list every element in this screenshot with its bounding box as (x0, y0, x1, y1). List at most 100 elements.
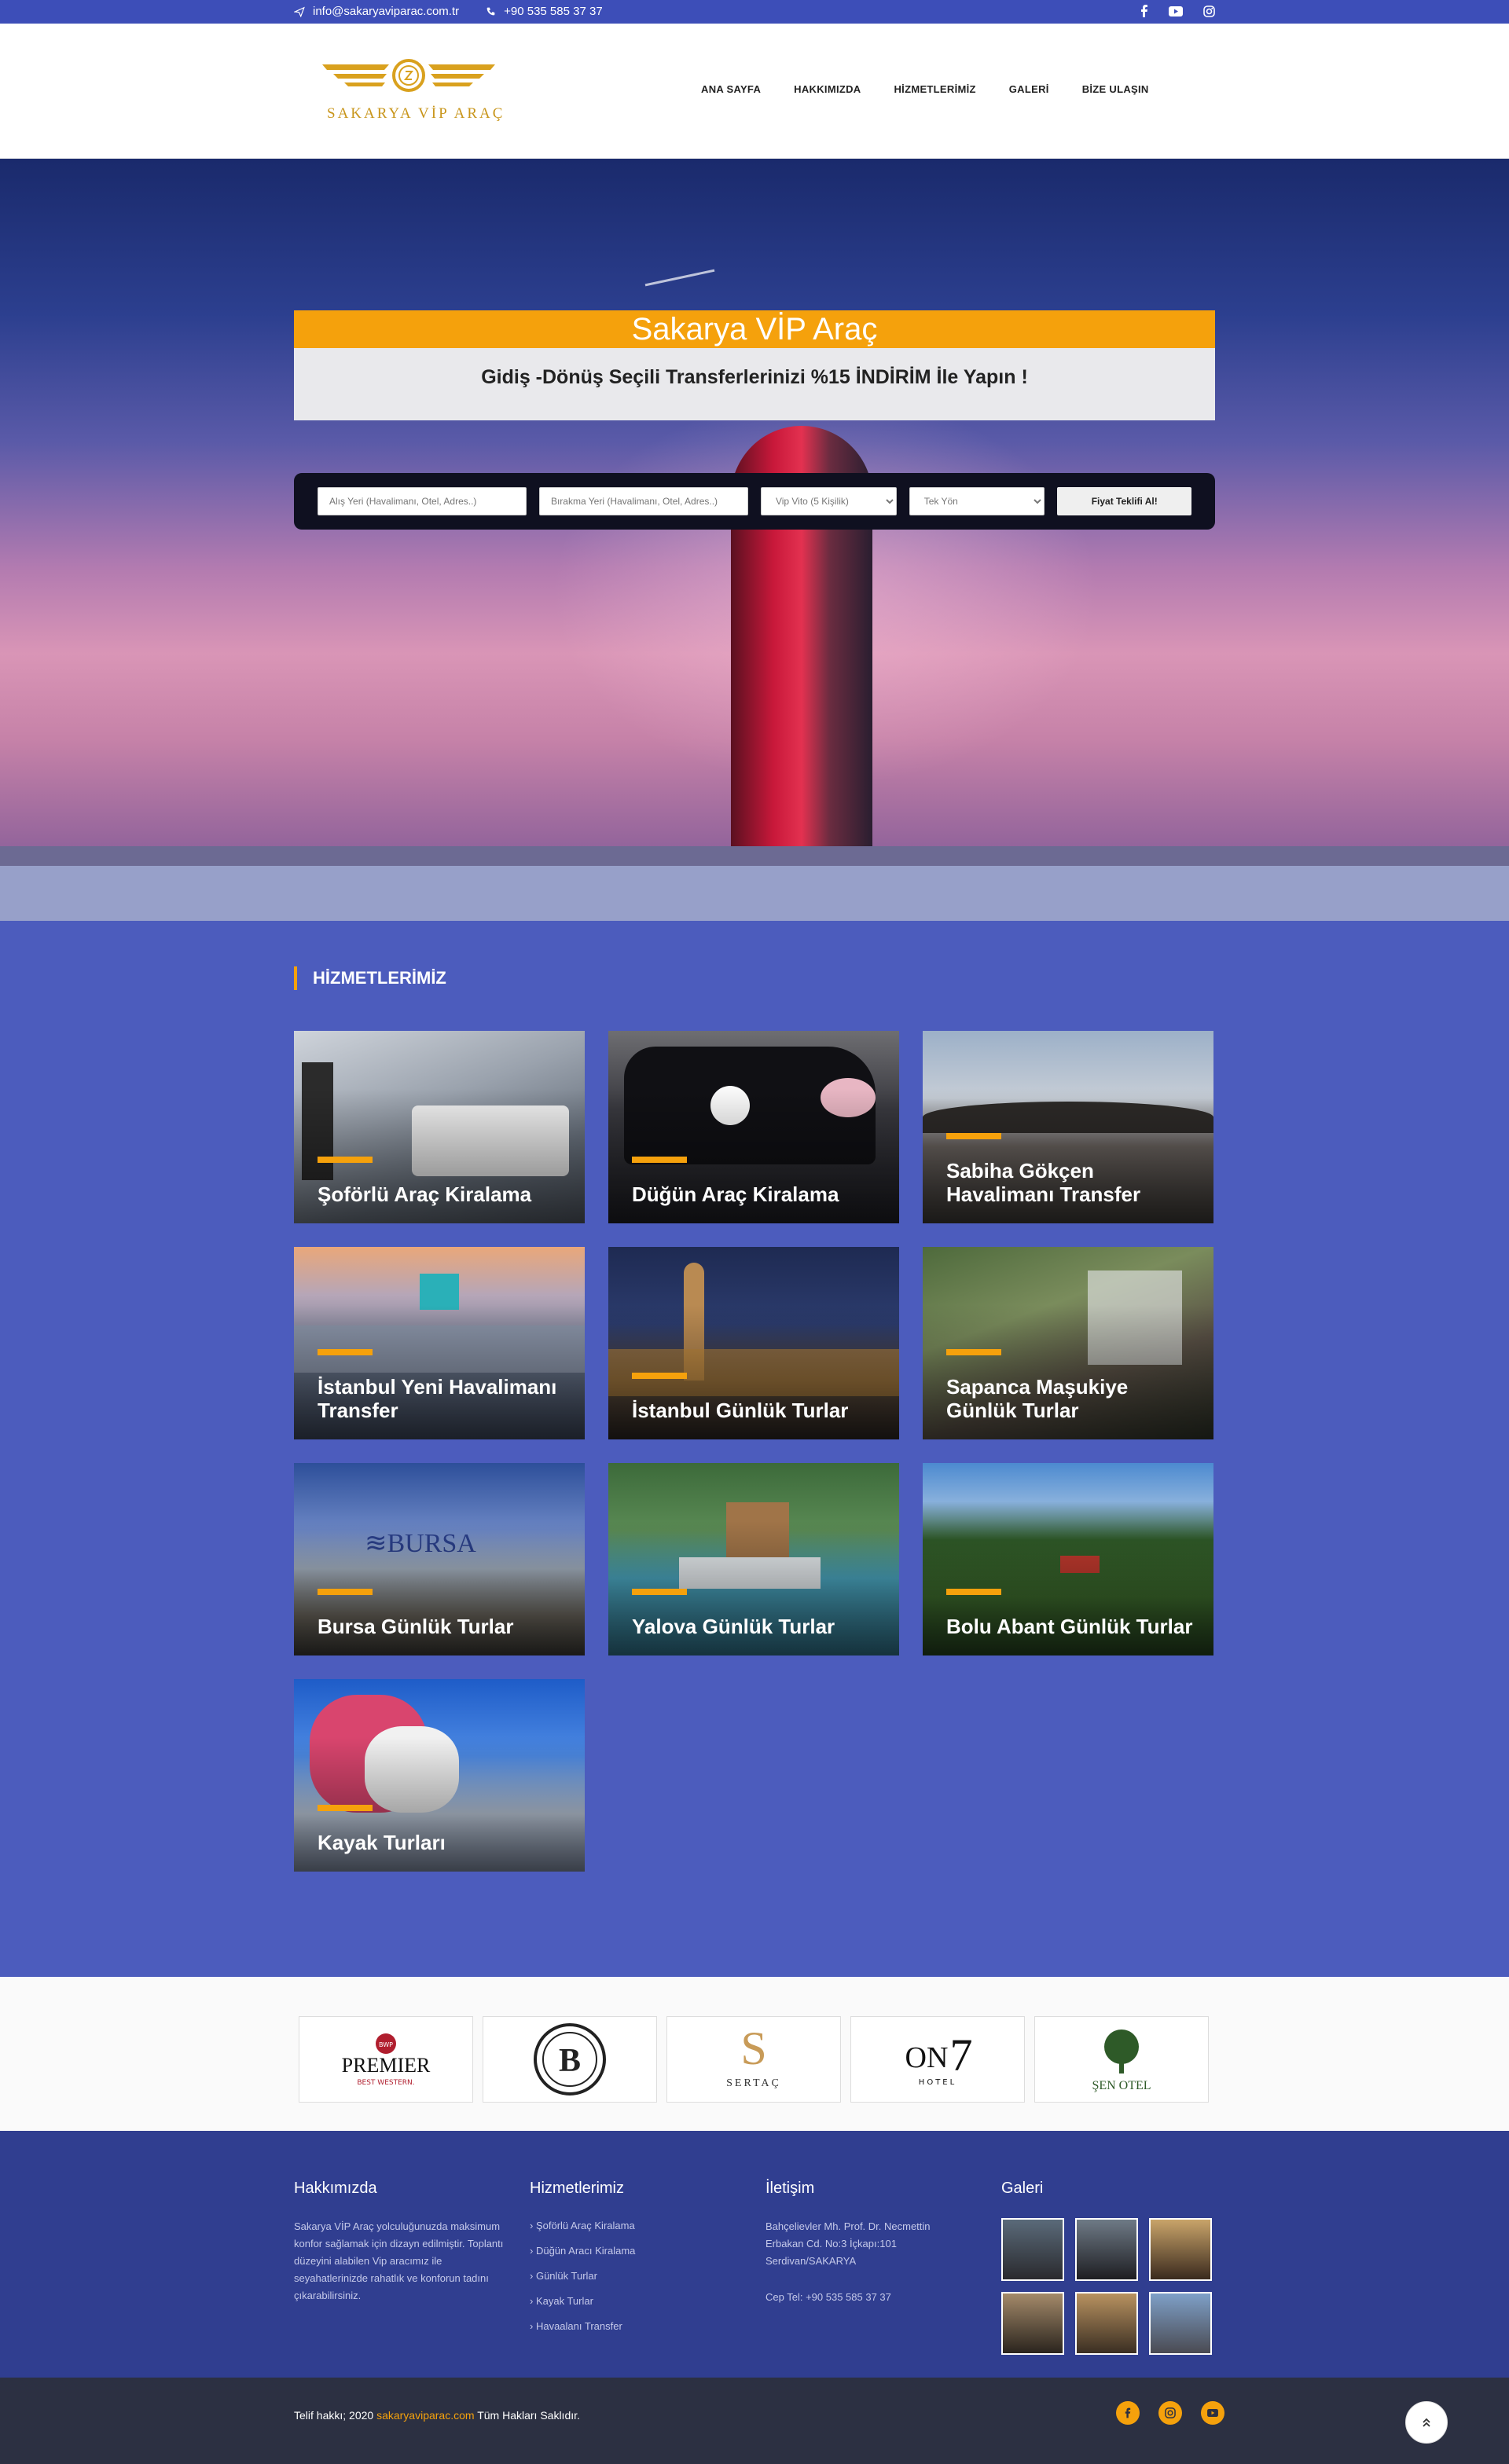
services-heading: HİZMETLERİMİZ (294, 966, 446, 990)
youtube-icon[interactable] (1201, 2401, 1224, 2425)
service-title: Düğün Araç Kiralama (632, 1182, 839, 1206)
phone-icon (486, 7, 495, 16)
services-section: HİZMETLERİMİZ Şoförlü Araç Kiralama Düğü… (0, 921, 1509, 1977)
on7-logo-icon: ON 7 HOTEL (905, 2030, 973, 2087)
gallery-thumb[interactable] (1075, 2292, 1138, 2355)
logo-brand-text: SAKARYA VİP ARAÇ (327, 105, 505, 122)
service-card[interactable]: Sapanca Maşukiye Günlük Turlar (923, 1247, 1213, 1439)
svg-text:B: B (559, 2043, 581, 2079)
services-grid: Şoförlü Araç Kiralama Düğün Araç Kiralam… (294, 1031, 1213, 1872)
top-email[interactable]: info@sakaryaviparac.com.tr (294, 5, 459, 18)
footer-phone[interactable]: Cep Tel: +90 535 585 37 37 (766, 2289, 970, 2306)
partner-logo[interactable]: ŞEN OTEL (1034, 2016, 1209, 2103)
pickup-input[interactable] (318, 487, 527, 515)
partner-logo[interactable]: B (483, 2016, 657, 2103)
footer-gallery-title: Galeri (1001, 2180, 1044, 2197)
footer-service-link[interactable]: Düğün Aracı Kiralama (530, 2238, 734, 2264)
top-email-text: info@sakaryaviparac.com.tr (313, 5, 460, 18)
nav-services[interactable]: HİZMETLERİMİZ (894, 83, 975, 95)
footer-service-link[interactable]: Kayak Turlar (530, 2289, 734, 2314)
footer-services: Hizmetlerimiz Şoförlü Araç Kiralama Düğü… (530, 2180, 734, 2339)
footer-about-text: Sakarya VİP Araç yolculuğunuzda maksimum… (294, 2220, 504, 2301)
footer-service-link[interactable]: Şoförlü Araç Kiralama (530, 2213, 734, 2238)
svg-text:HOTEL: HOTEL (919, 2078, 956, 2087)
send-icon (294, 6, 305, 17)
main-nav: ANA SAYFA HAKKIMIZDA HİZMETLERİMİZ GALER… (701, 83, 1149, 95)
balturk-logo-icon: B (534, 2023, 606, 2096)
site-footer: Hakkımızda Sakarya VİP Araç yolculuğunuz… (0, 2131, 1509, 2378)
promo-banner: Sakarya VİP Araç Gidiş -Dönüş Seçili Tra… (294, 310, 1215, 420)
premier-logo-icon: BWP PREMIER BEST WESTERN. (342, 2033, 431, 2087)
card-accent-bar (632, 1589, 687, 1595)
footer-services-title: Hizmetlerimiz (530, 2180, 624, 2197)
nav-about[interactable]: HAKKIMIZDA (794, 83, 861, 95)
svg-text:ŞEN OTEL: ŞEN OTEL (1092, 2079, 1151, 2092)
facebook-icon[interactable] (1140, 5, 1148, 17)
dropoff-input[interactable] (538, 487, 748, 515)
service-title: İstanbul Günlük Turlar (632, 1399, 849, 1422)
gallery-thumb[interactable] (1149, 2218, 1212, 2281)
copyright-link[interactable]: sakaryaviparac.com (376, 2409, 475, 2422)
copyright-prefix: Telif hakkı; 2020 (294, 2409, 374, 2422)
promo-title: Sakarya VİP Araç (294, 310, 1215, 348)
card-accent-bar (946, 1589, 1001, 1595)
partner-logo[interactable]: ON 7 HOTEL (850, 2016, 1025, 2103)
svg-text:PREMIER: PREMIER (342, 2054, 431, 2077)
partner-logo[interactable]: S SERTAÇ (666, 2016, 841, 2103)
copyright-suffix: Tüm Hakları Saklıdır. (477, 2409, 580, 2422)
service-card[interactable]: ≋BURSA Bursa Günlük Turlar (294, 1463, 585, 1656)
promo-subtitle: Gidiş -Dönüş Seçili Transferlerinizi %15… (481, 366, 1028, 388)
service-card[interactable]: Düğün Araç Kiralama (608, 1031, 899, 1223)
svg-text:ON: ON (905, 2041, 949, 2074)
hero-bottom-strip (0, 866, 1509, 921)
service-card[interactable]: Şoförlü Araç Kiralama (294, 1031, 585, 1223)
footer-social (1116, 2401, 1224, 2425)
card-accent-bar (946, 1133, 1001, 1139)
card-accent-bar (318, 1349, 373, 1355)
top-phone[interactable]: +90 535 585 37 37 (486, 5, 603, 18)
service-card[interactable]: Kayak Turları (294, 1679, 585, 1872)
instagram-icon[interactable] (1158, 2401, 1182, 2425)
service-card[interactable]: Sabiha Gökçen Havalimanı Transfer (923, 1031, 1213, 1223)
service-title: Yalova Günlük Turlar (632, 1615, 835, 1638)
svg-text:BWP: BWP (379, 2041, 393, 2048)
instagram-icon[interactable] (1203, 5, 1215, 17)
top-bar: info@sakaryaviparac.com.tr +90 535 585 3… (0, 0, 1509, 24)
double-chevron-up-icon (1423, 2418, 1430, 2427)
footer-about-title: Hakkımızda (294, 2180, 377, 2197)
footer-service-link[interactable]: Havaalanı Transfer (530, 2314, 734, 2339)
card-accent-bar (632, 1373, 687, 1379)
footer-gallery-grid (1001, 2218, 1229, 2355)
service-card[interactable]: İstanbul Günlük Turlar (608, 1247, 899, 1439)
top-social (1140, 5, 1215, 17)
transfer-search-form: Vip Vito (5 Kişilik) Tek Yön Fiyat Tekli… (294, 473, 1215, 530)
footer-contact: İletişim Bahçelievler Mh. Prof. Dr. Necm… (766, 2180, 970, 2306)
footer-service-link[interactable]: Günlük Turlar (530, 2264, 734, 2289)
footer-services-list: Şoförlü Araç Kiralama Düğün Aracı Kirala… (530, 2213, 734, 2339)
card-accent-bar (318, 1589, 373, 1595)
svg-text:SERTAÇ: SERTAÇ (726, 2077, 781, 2089)
site-logo[interactable]: SAKARYA VİP ARAÇ (322, 58, 503, 129)
youtube-icon[interactable] (1169, 6, 1183, 16)
nav-gallery[interactable]: GALERİ (1009, 83, 1049, 95)
nav-contact[interactable]: BİZE ULAŞIN (1082, 83, 1149, 95)
copyright: Telif hakkı; 2020 sakaryaviparac.com Tüm… (294, 2409, 580, 2422)
trip-type-select[interactable]: Tek Yön (909, 487, 1045, 515)
partner-logo[interactable]: BWP PREMIER BEST WESTERN. (299, 2016, 473, 2103)
gallery-thumb[interactable] (1075, 2218, 1138, 2281)
footer-about: Hakkımızda Sakarya VİP Araç yolculuğunuz… (294, 2180, 506, 2304)
service-title: İstanbul Yeni Havalimanı Transfer (318, 1375, 557, 1422)
nav-home[interactable]: ANA SAYFA (701, 83, 761, 95)
service-card[interactable]: İstanbul Yeni Havalimanı Transfer (294, 1247, 585, 1439)
gallery-thumb[interactable] (1001, 2292, 1064, 2355)
service-card[interactable]: Bolu Abant Günlük Turlar (923, 1463, 1213, 1656)
vehicle-select[interactable]: Vip Vito (5 Kişilik) (760, 487, 897, 515)
service-card[interactable]: Yalova Günlük Turlar (608, 1463, 899, 1656)
gallery-thumb[interactable] (1001, 2218, 1064, 2281)
scroll-to-top-button[interactable] (1405, 2401, 1448, 2444)
get-quote-button[interactable]: Fiyat Teklifi Al! (1057, 487, 1191, 515)
gallery-thumb[interactable] (1149, 2292, 1212, 2355)
footer-gallery: Galeri (1001, 2180, 1229, 2355)
svg-text:S: S (740, 2022, 766, 2074)
facebook-icon[interactable] (1116, 2401, 1140, 2425)
